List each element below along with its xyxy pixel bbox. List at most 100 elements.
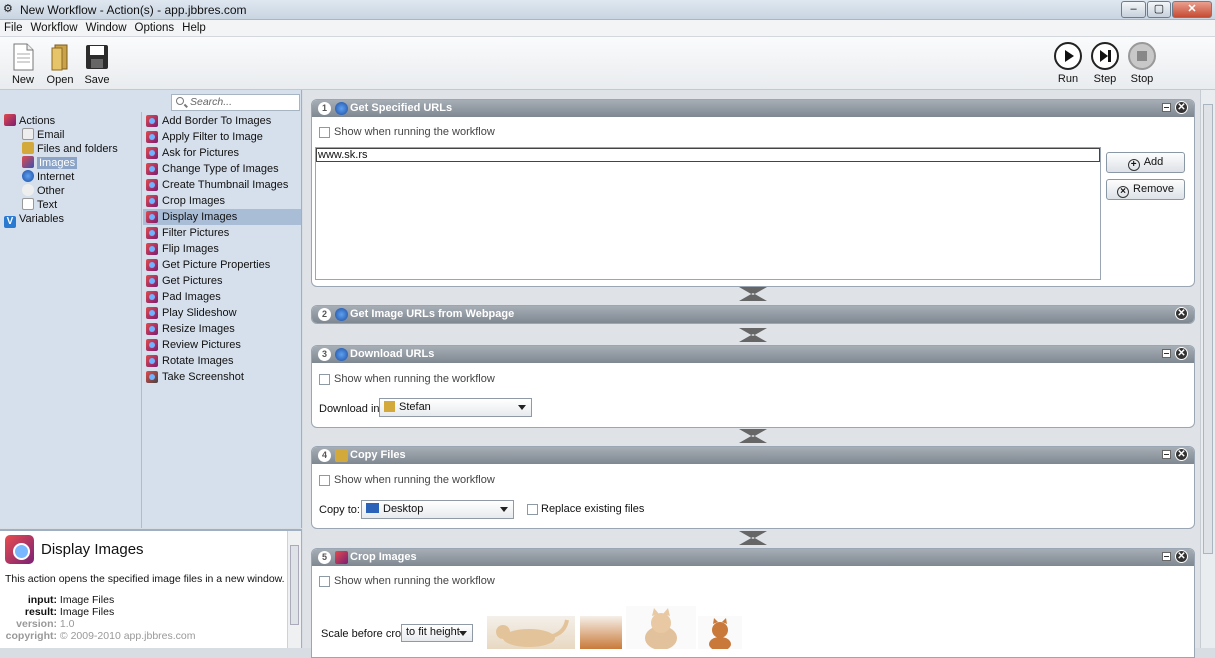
close-window-button[interactable]: ✕ (1172, 1, 1212, 18)
step-title: Get Image URLs from Webpage (350, 308, 515, 320)
list-item[interactable]: Ask for Pictures (143, 145, 301, 161)
step-number: 4 (318, 449, 331, 462)
list-item[interactable]: Create Thumbnail Images (143, 177, 301, 193)
run-label: Run (1057, 73, 1079, 85)
list-item[interactable]: Rotate Images (143, 353, 301, 369)
scroll-thumb[interactable] (290, 545, 299, 625)
new-label: New (11, 74, 34, 86)
list-item[interactable]: Apply Filter to Image (143, 129, 301, 145)
show-checkbox[interactable] (319, 127, 330, 138)
menu-file[interactable]: File (0, 20, 27, 34)
minimize-button[interactable]: – (1121, 1, 1146, 18)
action-list: Add Border To Images Apply Filter to Ima… (143, 112, 302, 528)
url-item[interactable]: www.sk.rs (316, 148, 1100, 162)
app-icon: ⚙ (3, 3, 13, 15)
image-action-icon (146, 115, 158, 127)
show-checkbox[interactable] (319, 374, 330, 385)
add-button[interactable]: + Add (1106, 152, 1185, 173)
download-folder-select[interactable]: Stefan (379, 398, 532, 417)
close-icon[interactable]: ✕ (1175, 101, 1188, 114)
user-folder-icon (384, 401, 395, 412)
description-title: Display Images (41, 541, 144, 558)
image-action-icon (146, 227, 158, 239)
step-get-specified-urls: 1 Get Specified URLs ✕ Show when running… (311, 99, 1195, 287)
remove-icon: × (1117, 186, 1130, 198)
screenshot-icon (146, 371, 158, 383)
list-item[interactable]: Review Pictures (143, 337, 301, 353)
category-other[interactable]: Other (22, 184, 65, 198)
chevron-down-icon (459, 631, 467, 636)
category-email[interactable]: Email (22, 128, 65, 142)
new-button[interactable]: New (4, 42, 42, 86)
maximize-button[interactable]: ▢ (1147, 1, 1171, 18)
collapse-icon[interactable] (1162, 450, 1171, 459)
folder-icon (335, 449, 348, 462)
run-button[interactable]: Run (1049, 42, 1087, 85)
list-item[interactable]: Play Slideshow (143, 305, 301, 321)
step-icon (1091, 42, 1119, 70)
list-item[interactable]: Change Type of Images (143, 161, 301, 177)
menu-workflow[interactable]: Workflow (27, 20, 82, 34)
remove-button[interactable]: × Remove (1106, 179, 1185, 200)
category-list: Actions Email Files and folders Images I… (0, 112, 142, 528)
image-action-icon (146, 195, 158, 207)
show-label: Show when running the workflow (334, 373, 495, 385)
step-download-urls: 3 Download URLs ✕ Show when running the … (311, 345, 1195, 428)
folder-icon (22, 142, 34, 154)
show-label: Show when running the workflow (334, 474, 495, 486)
category-images[interactable]: Images (22, 156, 78, 170)
list-item[interactable]: Filter Pictures (143, 225, 301, 241)
close-icon[interactable]: ✕ (1175, 550, 1188, 563)
connector-arrow (739, 328, 767, 342)
menu-window[interactable]: Window (82, 20, 131, 34)
show-checkbox[interactable] (319, 576, 330, 587)
replace-checkbox[interactable] (527, 504, 538, 515)
show-checkbox[interactable] (319, 475, 330, 486)
step-button[interactable]: Step (1086, 42, 1124, 85)
image-action-icon (146, 163, 158, 175)
category-files-and-folders[interactable]: Files and folders (22, 142, 118, 156)
open-button[interactable]: Open (41, 42, 79, 86)
cat-preview-image (626, 606, 696, 650)
category-internet[interactable]: Internet (22, 170, 74, 184)
step-label: Step (1093, 73, 1117, 85)
copy-to-select[interactable]: Desktop (361, 500, 514, 519)
collapse-icon[interactable] (1162, 349, 1171, 358)
copy-to-label: Copy to: (319, 504, 360, 516)
menu-options[interactable]: Options (131, 20, 179, 34)
step-number: 3 (318, 348, 331, 361)
workflow-scrollbar[interactable] (1200, 90, 1215, 648)
window-title: New Workflow - Action(s) - app.jbbres.co… (20, 3, 247, 17)
category-variables[interactable]: V Variables (4, 212, 64, 228)
description-scrollbar[interactable] (287, 531, 301, 648)
list-item[interactable]: Get Pictures (143, 273, 301, 289)
cat-preview-image (487, 616, 575, 649)
list-item[interactable]: Pad Images (143, 289, 301, 305)
close-icon[interactable]: ✕ (1175, 307, 1188, 320)
globe-icon (335, 308, 348, 321)
list-item[interactable]: Get Picture Properties (143, 257, 301, 273)
category-text[interactable]: Text (22, 198, 57, 212)
list-item-selected[interactable]: Display Images (143, 209, 301, 225)
image-action-icon (146, 323, 158, 335)
close-icon[interactable]: ✕ (1175, 448, 1188, 461)
stop-icon (1128, 42, 1156, 70)
list-item[interactable]: Crop Images (143, 193, 301, 209)
list-item[interactable]: Flip Images (143, 241, 301, 257)
url-list[interactable]: www.sk.rs (315, 147, 1101, 280)
scale-select[interactable]: to fit height (401, 624, 473, 642)
stop-button[interactable]: Stop (1123, 42, 1161, 85)
save-button[interactable]: Save (78, 42, 116, 86)
replace-label: Replace existing files (541, 503, 645, 515)
menu-help[interactable]: Help (178, 20, 210, 34)
list-item[interactable]: Take Screenshot (143, 369, 301, 385)
category-actions[interactable]: Actions (4, 114, 55, 128)
list-item[interactable]: Resize Images (143, 321, 301, 337)
collapse-icon[interactable] (1162, 552, 1171, 561)
search-input[interactable]: Search... (171, 94, 300, 111)
description-meta: input: Image Files result: Image Files v… (5, 594, 196, 642)
list-item[interactable]: Add Border To Images (143, 113, 301, 129)
collapse-icon[interactable] (1162, 103, 1171, 112)
close-icon[interactable]: ✕ (1175, 347, 1188, 360)
workflow-scroll-thumb[interactable] (1203, 104, 1213, 554)
